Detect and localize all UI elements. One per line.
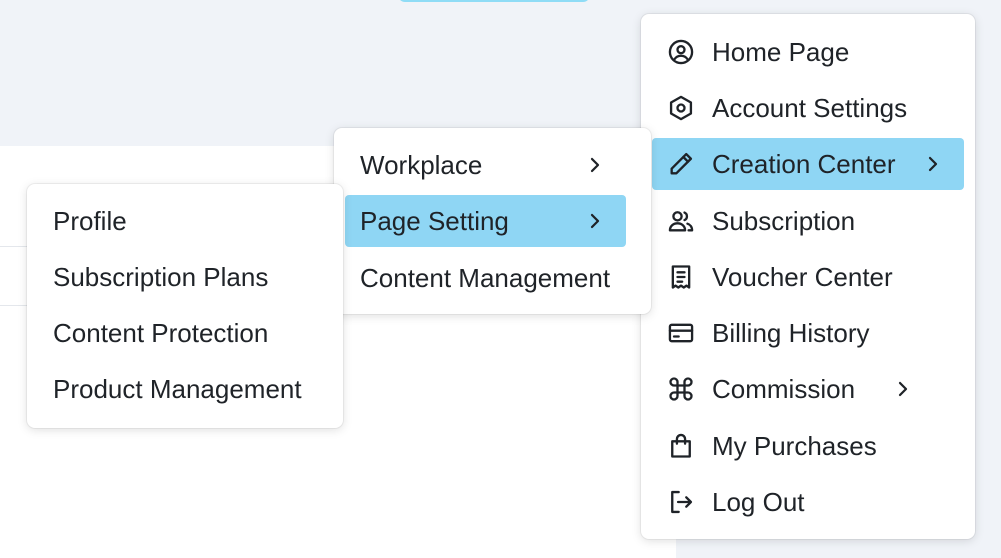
menu-item-label: Subscription xyxy=(712,205,856,236)
users-icon xyxy=(666,206,696,236)
user-circle-icon xyxy=(666,37,696,67)
menu-item-creation-center[interactable]: Creation Center xyxy=(652,138,964,190)
menu-item-billing-history[interactable]: Billing History xyxy=(652,307,964,359)
menu-item-account-settings[interactable]: Account Settings xyxy=(652,82,964,134)
submenu-item-product-management[interactable]: Product Management xyxy=(38,363,332,415)
submenu-item-workplace[interactable]: Workplace xyxy=(345,139,626,191)
chevron-right-icon xyxy=(894,380,912,398)
credit-card-icon xyxy=(666,318,696,348)
shopping-bag-icon xyxy=(666,431,696,461)
submenu-item-content-management[interactable]: Content Management xyxy=(345,252,640,304)
header-button-edge[interactable] xyxy=(398,0,590,2)
chevron-right-icon xyxy=(586,156,604,174)
account-menu: Home Page Account Settings Creation Cent… xyxy=(641,14,975,539)
submenu-item-content-protection[interactable]: Content Protection xyxy=(38,307,332,359)
menu-item-commission[interactable]: Commission xyxy=(652,363,964,415)
menu-item-label: Log Out xyxy=(712,486,805,517)
menu-item-label: Billing History xyxy=(712,317,870,348)
menu-item-label: Content Management xyxy=(360,262,611,293)
page-setting-submenu: Profile Subscription Plans Content Prote… xyxy=(27,184,343,428)
menu-item-label: Content Protection xyxy=(53,317,269,348)
menu-item-subscription[interactable]: Subscription xyxy=(652,195,964,247)
menu-item-label: Creation Center xyxy=(712,148,896,179)
menu-item-log-out[interactable]: Log Out xyxy=(652,476,964,528)
hexagon-gear-icon xyxy=(666,93,696,123)
receipt-icon xyxy=(666,262,696,292)
submenu-item-subscription-plans[interactable]: Subscription Plans xyxy=(38,251,332,303)
menu-item-label: Workplace xyxy=(360,149,483,180)
divider xyxy=(0,246,30,247)
chevron-right-icon xyxy=(586,212,604,230)
divider xyxy=(0,305,30,306)
menu-item-label: Account Settings xyxy=(712,92,908,123)
logout-icon xyxy=(666,487,696,517)
menu-item-label: Subscription Plans xyxy=(53,261,269,292)
menu-item-label: Product Management xyxy=(53,373,302,404)
creation-center-submenu: Workplace Page Setting Content Managemen… xyxy=(334,128,651,314)
chevron-right-icon xyxy=(924,155,942,173)
menu-item-label: Voucher Center xyxy=(712,261,893,292)
menu-item-label: My Purchases xyxy=(712,430,877,461)
command-icon xyxy=(666,374,696,404)
submenu-item-page-setting[interactable]: Page Setting xyxy=(345,195,626,247)
menu-item-voucher-center[interactable]: Voucher Center xyxy=(652,251,964,303)
pencil-icon xyxy=(666,149,696,179)
menu-item-my-purchases[interactable]: My Purchases xyxy=(652,420,964,472)
submenu-item-profile[interactable]: Profile xyxy=(38,195,332,247)
menu-item-home-page[interactable]: Home Page xyxy=(652,26,964,78)
menu-item-label: Commission xyxy=(712,373,856,404)
menu-item-label: Page Setting xyxy=(360,205,509,236)
menu-item-label: Home Page xyxy=(712,36,850,67)
menu-item-label: Profile xyxy=(53,205,127,236)
